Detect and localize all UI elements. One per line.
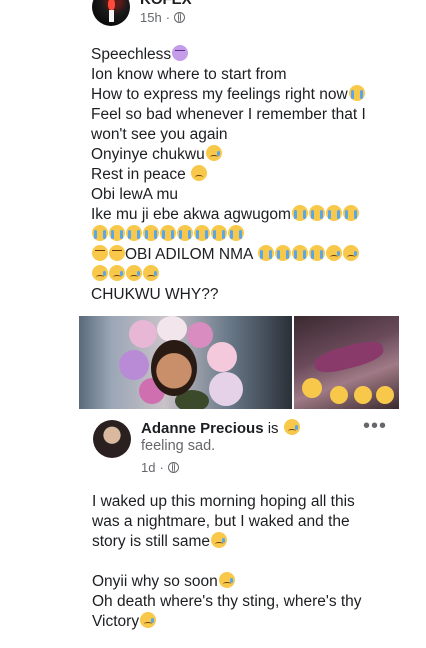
post-meta: 15h · bbox=[140, 10, 186, 25]
crying-face-icon bbox=[325, 205, 342, 221]
post-line: OBI ADILOM NMA bbox=[91, 245, 391, 265]
candle bbox=[109, 10, 114, 22]
crying-face-icon bbox=[308, 205, 325, 221]
emoji-row bbox=[91, 265, 391, 285]
comment-time[interactable]: 1d bbox=[141, 460, 155, 475]
crying-face-icon bbox=[291, 205, 308, 221]
crying-face-icon bbox=[274, 245, 291, 261]
meta-separator: · bbox=[165, 10, 171, 25]
post-photo-portrait[interactable] bbox=[79, 316, 292, 409]
is-text: is bbox=[263, 420, 279, 437]
sad-tear-face-icon bbox=[211, 532, 227, 548]
comment-line: Onyii why so soon bbox=[92, 572, 392, 592]
post-header: KOFEX 15h · bbox=[0, 0, 426, 36]
sad-tear-face-icon bbox=[205, 145, 222, 161]
sad-face-icon bbox=[283, 419, 300, 435]
post-line: Onyinye chukwu bbox=[91, 145, 391, 165]
comment-line: was a nightmare, but I waked and the bbox=[92, 513, 350, 530]
crying-face-icon bbox=[160, 225, 176, 241]
commenter-avatar[interactable] bbox=[93, 420, 131, 458]
pensive-face-icon bbox=[109, 245, 125, 261]
post-line: Rest in peace bbox=[91, 165, 391, 185]
more-options-icon[interactable]: ••• bbox=[363, 416, 387, 436]
sad-tear-face-icon bbox=[325, 245, 342, 261]
commenter-header: Adanne Precious is bbox=[141, 419, 300, 437]
post-line: Speechless bbox=[91, 45, 391, 65]
comment-line bbox=[92, 552, 392, 572]
sad-tear-face-icon bbox=[92, 265, 108, 281]
post-line: Obi lewA mu bbox=[91, 186, 179, 203]
candle-flame bbox=[108, 0, 115, 10]
post-line: CHUKWU WHY?? bbox=[91, 286, 219, 303]
crying-face-icon bbox=[126, 225, 142, 241]
comment-line: story is still same bbox=[92, 532, 392, 552]
photo-figure bbox=[312, 337, 386, 377]
commenter-name[interactable]: Adanne Precious bbox=[141, 420, 264, 437]
crying-face-icon bbox=[291, 245, 308, 261]
post-text: Speechless Ion know where to start from … bbox=[91, 45, 391, 305]
comment-line: I waked up this morning hoping all this bbox=[92, 493, 355, 510]
sad-tear-face-icon bbox=[342, 245, 359, 261]
pensive-face-icon bbox=[92, 245, 108, 261]
post-photo-second[interactable] bbox=[294, 316, 399, 409]
post-time[interactable]: 15h bbox=[140, 10, 162, 25]
sad-face-icon bbox=[191, 165, 208, 181]
post-line: won't see you again bbox=[91, 126, 228, 143]
post-line: Ike mu ji ebe akwa agwugom bbox=[91, 205, 391, 225]
crying-face-icon bbox=[194, 225, 210, 241]
author-name[interactable]: KOFEX bbox=[140, 0, 192, 8]
comment-line: Victory bbox=[92, 612, 392, 632]
comment-text: I waked up this morning hoping all this … bbox=[92, 492, 392, 632]
crying-face-icon bbox=[342, 205, 359, 221]
post-photos bbox=[79, 316, 399, 409]
public-globe-icon bbox=[167, 462, 179, 473]
comment-meta: 1d · bbox=[141, 460, 179, 475]
sad-tear-face-icon bbox=[109, 265, 125, 281]
crying-face-icon bbox=[143, 225, 159, 241]
public-globe-icon bbox=[174, 12, 186, 23]
author-avatar[interactable] bbox=[92, 0, 130, 26]
crying-face-icon bbox=[92, 225, 108, 241]
sad-tear-face-icon bbox=[140, 612, 157, 628]
sad-tear-face-icon bbox=[126, 265, 142, 281]
crying-face-icon bbox=[109, 225, 125, 241]
crying-face-icon bbox=[348, 85, 365, 101]
post-line: Feel so bad whenever I remember that I bbox=[91, 106, 366, 123]
post-line: Ion know where to start from bbox=[91, 66, 287, 83]
crying-face-icon bbox=[228, 225, 244, 241]
dizzy-face-icon bbox=[172, 45, 189, 61]
sad-tear-face-icon bbox=[143, 265, 159, 281]
crying-face-icon bbox=[257, 245, 274, 261]
emoji-row bbox=[91, 225, 391, 245]
crying-face-icon bbox=[308, 245, 325, 261]
crying-face-icon bbox=[211, 225, 227, 241]
feeling-status: feeling sad. bbox=[141, 438, 216, 454]
comment-line: Oh death where's thy sting, where's thy bbox=[92, 593, 362, 610]
crying-face-icon bbox=[177, 225, 193, 241]
portrait-face bbox=[151, 340, 197, 396]
post-line: How to express my feelings right now bbox=[91, 85, 391, 105]
sad-tear-face-icon bbox=[218, 572, 235, 588]
meta-separator: · bbox=[159, 460, 164, 475]
